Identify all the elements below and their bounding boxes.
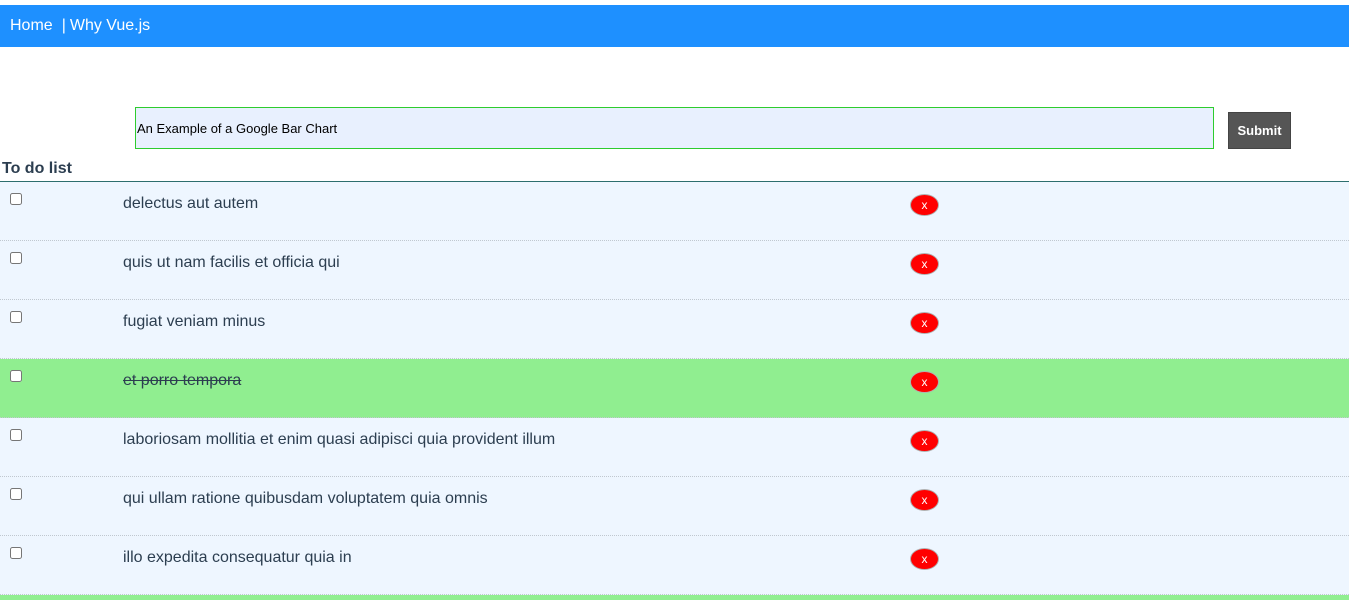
todo-item: fugiat veniam minus x xyxy=(0,300,1349,359)
todo-title-input[interactable] xyxy=(135,107,1214,149)
todo-item-text: laboriosam mollitia et enim quasi adipis… xyxy=(123,431,556,448)
todo-list: delectus aut autem x quis ut nam facilis… xyxy=(0,182,1349,595)
delete-button[interactable]: x xyxy=(910,312,939,334)
todo-item: laboriosam mollitia et enim quasi adipis… xyxy=(0,418,1349,477)
todo-item-text: qui ullam ratione quibusdam voluptatem q… xyxy=(123,490,488,507)
todo-checkbox[interactable] xyxy=(10,252,22,264)
todo-checkbox[interactable] xyxy=(10,429,22,441)
delete-button[interactable]: x xyxy=(910,371,939,393)
top-navbar: Home | Why Vue.js xyxy=(0,5,1349,47)
todo-item: qui ullam ratione quibusdam voluptatem q… xyxy=(0,477,1349,536)
delete-button[interactable]: x xyxy=(910,430,939,452)
todo-checkbox[interactable] xyxy=(10,193,22,205)
nav-separator: | xyxy=(61,17,66,34)
page: Home | Why Vue.js Submit To do list dele… xyxy=(0,0,1351,600)
todo-item: et porro tempora x xyxy=(0,359,1349,418)
todo-item-text: delectus aut autem xyxy=(123,195,259,212)
todo-item-text: et porro tempora xyxy=(123,372,242,389)
delete-button[interactable]: x xyxy=(910,253,939,275)
todo-list-heading: To do list xyxy=(2,160,72,177)
todo-item-text: fugiat veniam minus xyxy=(123,313,266,330)
todo-checkbox[interactable] xyxy=(10,488,22,500)
delete-button[interactable]: x xyxy=(910,489,939,511)
todo-item-text: illo expedita consequatur quia in xyxy=(123,549,352,566)
todo-item: illo expedita consequatur quia in x xyxy=(0,536,1349,595)
submit-button[interactable]: Submit xyxy=(1228,112,1291,149)
nav-link-why-vue[interactable]: Why Vue.js xyxy=(70,17,150,35)
todo-checkbox[interactable] xyxy=(10,370,22,382)
todo-checkbox[interactable] xyxy=(10,311,22,323)
next-completed-row-edge xyxy=(0,595,1349,600)
delete-button[interactable]: x xyxy=(910,548,939,570)
todo-item: quis ut nam facilis et officia qui x xyxy=(0,241,1349,300)
todo-item-text: quis ut nam facilis et officia qui xyxy=(123,254,340,271)
todo-item: delectus aut autem x xyxy=(0,182,1349,241)
todo-checkbox[interactable] xyxy=(10,547,22,559)
nav-link-home[interactable]: Home xyxy=(10,17,53,35)
delete-button[interactable]: x xyxy=(910,194,939,216)
